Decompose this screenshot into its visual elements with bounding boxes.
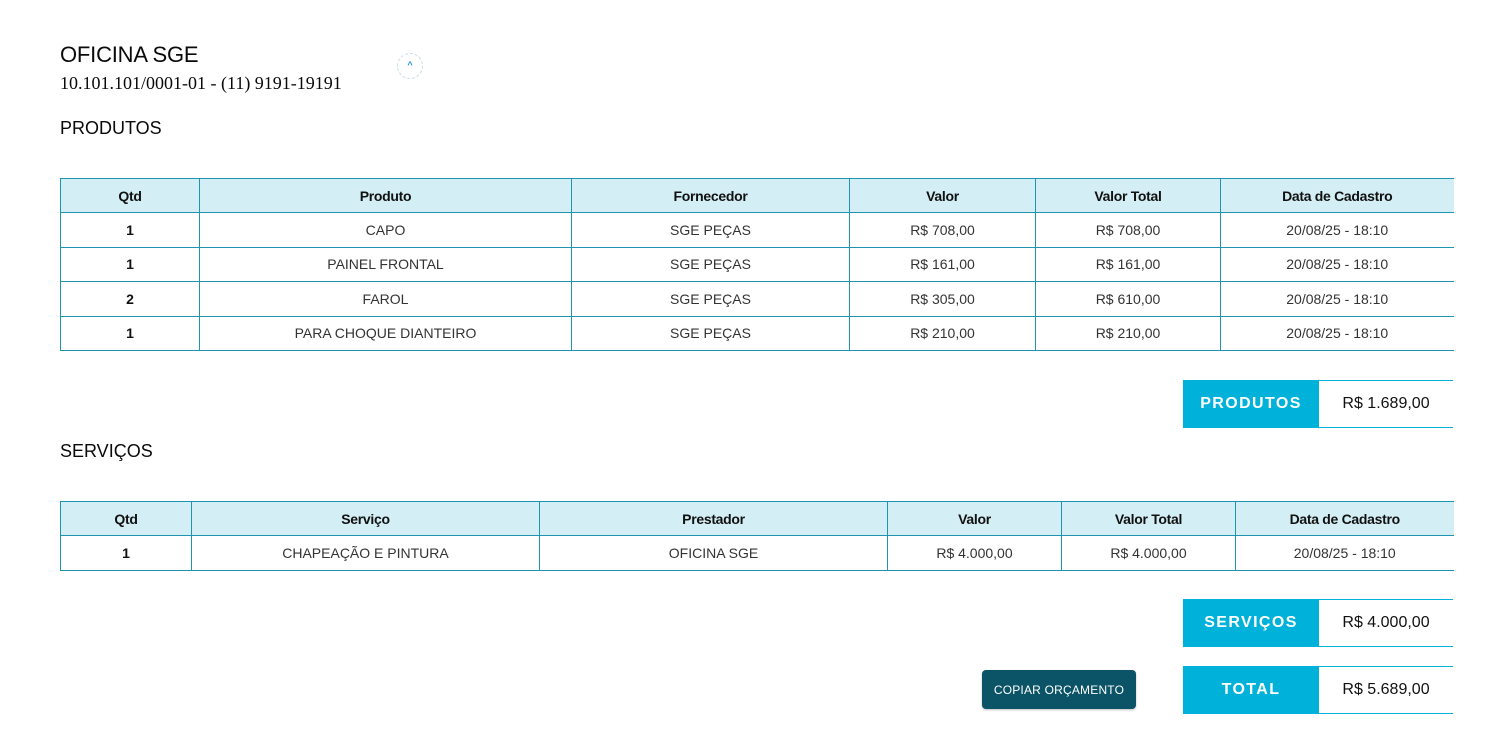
copy-budget-button[interactable]: COPIAR ORÇAMENTO [982, 670, 1136, 709]
cell-qtd: 1 [60, 212, 200, 248]
column-header-servico: Serviço [191, 501, 540, 536]
column-header-qtd: Qtd [60, 178, 200, 213]
grand-total-box: TOTAL R$ 5.689,00 [1183, 666, 1453, 714]
column-header-valor-total: Valor Total [1061, 501, 1236, 536]
cell-valor-total: R$ 161,00 [1035, 246, 1221, 282]
column-header-fornecedor: Fornecedor [571, 178, 850, 213]
column-header-qtd: Qtd [60, 501, 192, 536]
cell-valor: R$ 161,00 [849, 246, 1036, 282]
cell-produto: CAPO [199, 212, 572, 248]
table-header-row: Qtd Produto Fornecedor Valor Valor Total… [60, 178, 1454, 213]
produtos-total-label: PRODUTOS [1183, 380, 1319, 428]
table-row: 1 CAPO SGE PEÇAS R$ 708,00 R$ 708,00 20/… [60, 212, 1454, 248]
cell-prestador: OFICINA SGE [539, 535, 888, 571]
cell-valor: R$ 4.000,00 [887, 535, 1062, 571]
cell-fornecedor: SGE PEÇAS [571, 315, 850, 351]
cell-data-cadastro: 20/08/25 - 18:10 [1235, 535, 1454, 571]
cell-servico: CHAPEAÇÃO E PINTURA [191, 535, 540, 571]
cell-data-cadastro: 20/08/25 - 18:10 [1220, 246, 1454, 282]
table-row: 1 PAINEL FRONTAL SGE PEÇAS R$ 161,00 R$ … [60, 246, 1454, 282]
column-header-valor-total: Valor Total [1035, 178, 1221, 213]
cell-fornecedor: SGE PEÇAS [571, 246, 850, 282]
column-header-produto: Produto [199, 178, 572, 213]
cell-valor-total: R$ 708,00 [1035, 212, 1221, 248]
cell-produto: PARA CHOQUE DIANTEIRO [199, 315, 572, 351]
produtos-total-value: R$ 1.689,00 [1319, 380, 1453, 428]
servicos-total-label: SERVIÇOS [1183, 599, 1319, 647]
cell-qtd: 1 [60, 246, 200, 282]
column-header-prestador: Prestador [539, 501, 888, 536]
cell-data-cadastro: 20/08/25 - 18:10 [1220, 212, 1454, 248]
table-row: 1 PARA CHOQUE DIANTEIRO SGE PEÇAS R$ 210… [60, 315, 1454, 351]
servicos-total-box: SERVIÇOS R$ 4.000,00 [1183, 599, 1453, 647]
grand-total-value: R$ 5.689,00 [1319, 666, 1453, 714]
servicos-table: Qtd Serviço Prestador Valor Valor Total … [60, 501, 1454, 571]
cell-valor-total: R$ 4.000,00 [1061, 535, 1236, 571]
table-row: 2 FAROL SGE PEÇAS R$ 305,00 R$ 610,00 20… [60, 281, 1454, 317]
logo-badge-icon: ^ [397, 53, 423, 79]
cell-valor: R$ 210,00 [849, 315, 1036, 351]
cell-data-cadastro: 20/08/25 - 18:10 [1220, 281, 1454, 317]
cell-produto: FAROL [199, 281, 572, 317]
company-info: 10.101.101/0001-01 - (11) 9191-19191 [60, 73, 342, 93]
cell-produto: PAINEL FRONTAL [199, 246, 572, 282]
table-header-row: Qtd Serviço Prestador Valor Valor Total … [60, 501, 1454, 536]
cell-qtd: 2 [60, 281, 200, 317]
column-header-valor: Valor [887, 501, 1062, 536]
column-header-data-cadastro: Data de Cadastro [1220, 178, 1454, 213]
cell-fornecedor: SGE PEÇAS [571, 212, 850, 248]
cell-valor: R$ 305,00 [849, 281, 1036, 317]
cell-qtd: 1 [60, 315, 200, 351]
section-title-servicos: SERVIÇOS [60, 441, 153, 461]
produtos-total-box: PRODUTOS R$ 1.689,00 [1183, 380, 1453, 428]
section-title-produtos: PRODUTOS [60, 118, 162, 138]
produtos-table: Qtd Produto Fornecedor Valor Valor Total… [60, 178, 1454, 351]
cell-fornecedor: SGE PEÇAS [571, 281, 850, 317]
cell-valor-total: R$ 210,00 [1035, 315, 1221, 351]
cell-data-cadastro: 20/08/25 - 18:10 [1220, 315, 1454, 351]
cell-valor: R$ 708,00 [849, 212, 1036, 248]
column-header-data-cadastro: Data de Cadastro [1235, 501, 1454, 536]
cell-valor-total: R$ 610,00 [1035, 281, 1221, 317]
table-row: 1 CHAPEAÇÃO E PINTURA OFICINA SGE R$ 4.0… [60, 535, 1454, 571]
servicos-total-value: R$ 4.000,00 [1319, 599, 1453, 647]
cell-qtd: 1 [60, 535, 192, 571]
badge-glyph: ^ [407, 60, 413, 70]
column-header-valor: Valor [849, 178, 1036, 213]
company-name: OFICINA SGE [60, 42, 199, 67]
grand-total-label: TOTAL [1183, 666, 1319, 714]
